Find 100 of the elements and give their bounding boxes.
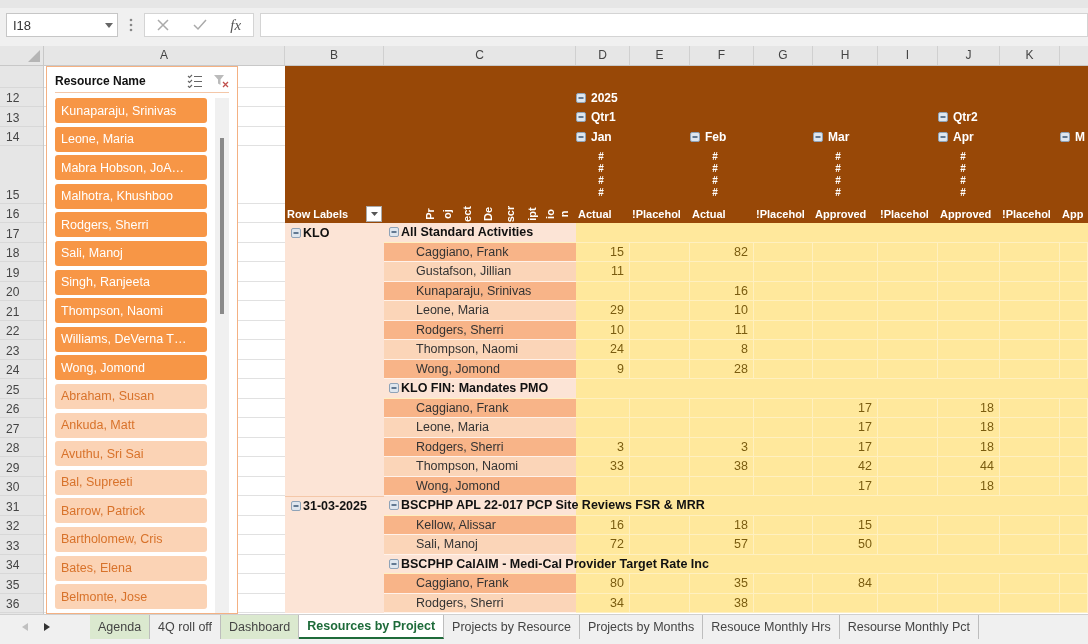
table-cell bbox=[754, 593, 813, 613]
column-header[interactable]: G bbox=[754, 46, 813, 65]
name-box[interactable]: I18 bbox=[6, 13, 118, 37]
table-cell bbox=[1000, 457, 1060, 477]
clear-filter-icon[interactable] bbox=[213, 74, 229, 88]
scroll-right-icon[interactable] bbox=[44, 623, 50, 631]
table-cell bbox=[1060, 262, 1088, 282]
table-cell bbox=[878, 457, 938, 477]
table-cell bbox=[754, 418, 813, 438]
collapse-icon[interactable] bbox=[576, 92, 586, 103]
column-header[interactable]: B bbox=[285, 46, 384, 65]
row-number: 23 bbox=[6, 343, 20, 358]
date-field-label: Qtr1 bbox=[591, 110, 616, 124]
row-number: 19 bbox=[6, 265, 20, 280]
project-label: All Standard Activities bbox=[401, 225, 534, 240]
date-field-label: M bbox=[1075, 129, 1085, 144]
table-cell bbox=[1000, 340, 1060, 360]
table-cell bbox=[1060, 320, 1088, 340]
table-cell bbox=[813, 281, 878, 301]
collapse-icon[interactable] bbox=[389, 383, 399, 394]
table-cell: 18 bbox=[938, 437, 1000, 457]
project-label: KLO FIN: Mandates PMO bbox=[401, 381, 549, 396]
collapse-icon[interactable] bbox=[389, 558, 399, 569]
table-cell bbox=[1060, 281, 1088, 301]
multi-select-icon[interactable] bbox=[187, 74, 203, 88]
collapse-icon[interactable] bbox=[291, 501, 301, 512]
table-cell bbox=[754, 301, 813, 321]
rotated-heading-fragment: n bbox=[558, 210, 571, 217]
table-cell: 35 bbox=[690, 574, 754, 594]
table-cell bbox=[690, 418, 754, 438]
collapse-icon[interactable] bbox=[291, 227, 301, 238]
sheet-tab[interactable]: Dashboard bbox=[221, 615, 300, 639]
table-cell: 38 bbox=[690, 593, 754, 613]
table-cell: Rodgers, Sherri bbox=[384, 593, 576, 613]
table-cell bbox=[690, 262, 754, 282]
sheet-tab[interactable]: Resources by Project bbox=[299, 615, 445, 639]
collapse-icon[interactable] bbox=[389, 500, 399, 511]
collapse-icon[interactable] bbox=[813, 131, 823, 142]
row-number: 16 bbox=[6, 207, 20, 221]
row-number: 15 bbox=[6, 188, 20, 202]
collapse-icon[interactable] bbox=[938, 112, 948, 122]
row-number: 14 bbox=[6, 130, 20, 144]
collapse-icon[interactable] bbox=[938, 131, 948, 142]
column-header[interactable]: A bbox=[44, 46, 285, 65]
table-cell: 3 bbox=[690, 437, 754, 457]
row-number: 20 bbox=[6, 285, 20, 299]
row-number: 12 bbox=[6, 91, 20, 105]
cancel-icon[interactable] bbox=[156, 19, 169, 31]
table-cell bbox=[630, 281, 690, 301]
column-header[interactable]: I bbox=[878, 46, 938, 65]
formula-input[interactable] bbox=[260, 13, 1088, 37]
table-cell: Caggiano, Frank bbox=[384, 242, 576, 262]
cell-reference: I18 bbox=[13, 17, 32, 33]
table-cell: 11 bbox=[576, 262, 630, 282]
table-cell bbox=[630, 418, 690, 438]
table-cell: Caggiano, Frank bbox=[384, 574, 576, 594]
value-heading: Actual bbox=[692, 207, 726, 220]
caret-icon bbox=[370, 211, 378, 216]
insert-function-button[interactable]: fx bbox=[230, 16, 242, 34]
collapse-icon[interactable] bbox=[576, 112, 586, 122]
row-labels-heading: Row Labels bbox=[287, 207, 349, 220]
collapse-icon[interactable] bbox=[690, 131, 700, 142]
table-cell: 33 bbox=[576, 457, 630, 477]
table-cell bbox=[938, 262, 1000, 282]
column-header[interactable]: E bbox=[630, 46, 690, 65]
column-header[interactable]: C bbox=[384, 46, 576, 65]
date-field-label: Mar bbox=[828, 129, 850, 144]
column-header[interactable]: H bbox=[813, 46, 878, 65]
table-cell: 16 bbox=[690, 281, 754, 301]
table-cell bbox=[878, 320, 938, 340]
region-label: KLO bbox=[303, 225, 330, 240]
table-cell: Wong, Jomond bbox=[384, 359, 576, 379]
collapse-icon[interactable] bbox=[576, 131, 586, 142]
table-cell: 24 bbox=[576, 340, 630, 360]
table-cell bbox=[878, 418, 938, 438]
rotated-heading-fragment: oj bbox=[441, 208, 454, 219]
row-number: 21 bbox=[6, 304, 20, 319]
check-icon[interactable] bbox=[192, 19, 207, 31]
collapse-icon[interactable] bbox=[1060, 131, 1070, 142]
table-cell bbox=[938, 281, 1000, 301]
row-number: 29 bbox=[6, 460, 20, 475]
table-cell: 17 bbox=[813, 418, 878, 438]
filter-dropdown-button[interactable] bbox=[366, 205, 382, 222]
row-number: 18 bbox=[6, 246, 20, 260]
table-cell bbox=[576, 418, 630, 438]
column-header[interactable]: F bbox=[690, 46, 754, 65]
table-cell: 10 bbox=[690, 301, 754, 321]
value-heading: Approved bbox=[815, 207, 867, 220]
scrollbar[interactable] bbox=[215, 98, 229, 613]
date-field-label: Jan bbox=[591, 129, 612, 144]
rotated-heading-fragment: De bbox=[482, 206, 495, 221]
column-header[interactable]: K bbox=[1000, 46, 1060, 65]
collapse-icon[interactable] bbox=[389, 227, 399, 238]
table-cell: 3 bbox=[576, 437, 630, 457]
sheet-tab[interactable]: Agenda bbox=[90, 615, 151, 639]
dropdown-icon[interactable] bbox=[105, 22, 113, 28]
column-header[interactable]: D bbox=[576, 46, 630, 65]
triangle-icon bbox=[28, 50, 40, 62]
rotated-heading-fragment: ipt bbox=[525, 206, 538, 221]
column-header[interactable]: J bbox=[938, 46, 1000, 65]
